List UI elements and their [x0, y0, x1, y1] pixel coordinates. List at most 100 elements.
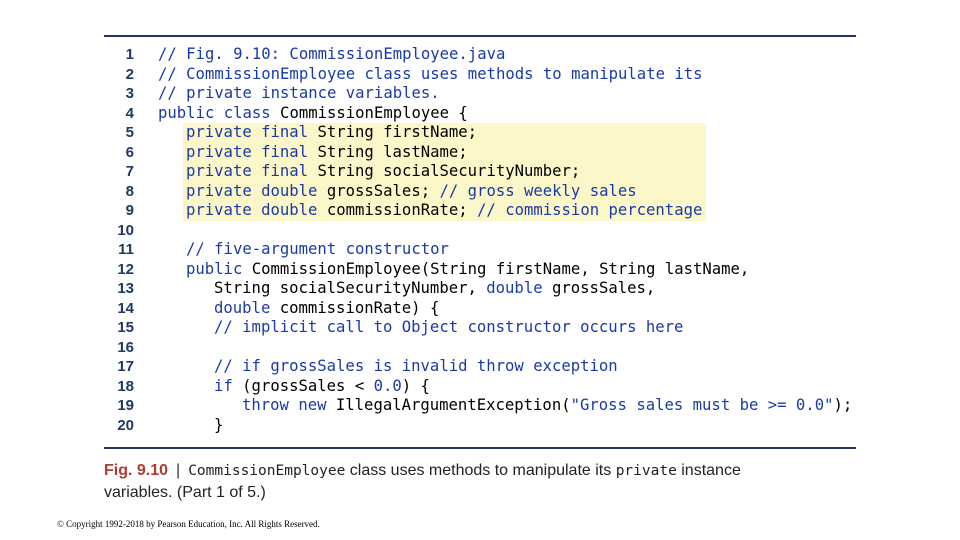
code-line: 7 private final String socialSecurityNumb…: [104, 162, 856, 182]
code-fragment: CommissionEmployee(String firstName, Str…: [242, 259, 750, 278]
line-number: 7: [125, 163, 134, 180]
line-number: 13: [117, 280, 134, 297]
line-number: 3: [125, 85, 134, 102]
code-fragment: commissionRate;: [317, 201, 478, 219]
code-text: // implicit call to Object constructor o…: [214, 318, 683, 338]
keyword: private final: [186, 142, 309, 161]
code-line: 10: [104, 221, 856, 241]
code-fragment: ) {: [401, 376, 430, 395]
code-text: private final String firstName;: [186, 123, 477, 143]
line-number: 12: [117, 260, 134, 278]
line-number: 18: [117, 377, 134, 395]
code-line: 4 public class CommissionEmployee {: [104, 104, 856, 124]
code-text: // private instance variables.: [158, 84, 440, 104]
figure-caption: Fig. 9.10 | CommissionEmployee class uses …: [104, 460, 864, 504]
top-rule: [104, 35, 856, 37]
code-text: private final String socialSecurityNumbe…: [186, 162, 580, 182]
code-listing: 1 // Fig. 9.10: CommissionEmployee.java 2…: [104, 45, 856, 435]
code-line: 15 // implicit call to Object constructor…: [104, 318, 856, 338]
code-line: 17 // if grossSales is invalid throw exce…: [104, 357, 856, 377]
code-text: // if grossSales is invalid throw except…: [214, 357, 618, 377]
code-fragment: String lastName;: [308, 142, 468, 161]
code-fragment: String firstName;: [308, 123, 478, 141]
comment: // five-argument constructor: [186, 240, 449, 258]
comment: // Fig. 9.10: CommissionEmployee.java: [158, 45, 506, 63]
code-fragment: String socialSecurityNumber;: [308, 162, 581, 180]
line-number: 11: [118, 241, 134, 258]
caption-separator: |: [176, 462, 181, 479]
code-line: 16: [104, 338, 856, 358]
code-text: // CommissionEmployee class uses methods…: [158, 65, 703, 85]
code-line: 8 private double grossSales; // gross wee…: [104, 182, 856, 202]
line-number: 9: [125, 202, 134, 219]
caption-line-2: variables. (Part 1 of 5.): [104, 484, 266, 501]
code-fragment: grossSales,: [542, 279, 656, 297]
copyright-notice: © Copyright 1992-2018 by Pearson Educati…: [57, 519, 320, 529]
code-fragment: }: [214, 415, 224, 434]
code-text: private double grossSales; // gross week…: [186, 182, 637, 202]
code-line: 12 public CommissionEmployee(String first…: [104, 260, 856, 280]
caption-class-name: CommissionEmployee: [188, 463, 346, 479]
code-line: 13 String socialSecurityNumber, double gr…: [104, 279, 856, 299]
keyword: if: [214, 376, 233, 395]
caption-text: class uses methods to manipulate its: [345, 462, 616, 479]
code-text: double commissionRate) {: [214, 299, 439, 319]
code-line: 2 // CommissionEmployee class uses method…: [104, 65, 856, 85]
line-number: 5: [125, 124, 134, 141]
string-literal: "Gross sales must be >= 0.0": [570, 396, 834, 414]
code-fragment: CommissionEmployee {: [270, 103, 468, 122]
caption-text: instance: [676, 462, 741, 479]
comment: // gross weekly sales: [439, 181, 637, 200]
keyword: double: [214, 298, 271, 317]
code-line: 19 throw new IllegalArgumentException("Gr…: [104, 396, 856, 416]
line-number: 8: [125, 182, 134, 200]
keyword: private double: [186, 181, 318, 200]
code-line: 11 // five-argument constructor: [104, 240, 856, 260]
code-fragment: String socialSecurityNumber,: [214, 279, 487, 297]
comment: // if grossSales is invalid throw except…: [214, 357, 618, 375]
keyword: public class: [158, 103, 271, 122]
figure-label: Fig. 9.10: [104, 462, 169, 479]
code-text: public CommissionEmployee(String firstNa…: [186, 260, 749, 280]
line-number: 20: [117, 416, 134, 434]
keyword: private double: [186, 201, 318, 219]
keyword: public: [186, 259, 243, 278]
code-text: throw new IllegalArgumentException("Gros…: [242, 396, 852, 416]
caption-keyword: private: [615, 463, 677, 479]
code-fragment: IllegalArgumentException(: [326, 396, 571, 414]
code-text: // Fig. 9.10: CommissionEmployee.java: [158, 45, 505, 65]
line-number: 17: [117, 358, 134, 375]
line-number: 4: [125, 104, 134, 122]
code-line: 6 private final String lastName;: [104, 143, 856, 163]
code-text: // five-argument constructor: [186, 240, 449, 260]
code-line: 20}: [104, 416, 856, 436]
code-line: 14 double commissionRate) {: [104, 299, 856, 319]
code-fragment: );: [833, 396, 853, 414]
line-number: 6: [125, 143, 134, 161]
comment: // commission percentage: [477, 201, 703, 219]
code-text: private double commissionRate; // commis…: [186, 201, 702, 221]
code-text: public class CommissionEmployee {: [158, 104, 468, 124]
bottom-rule: [104, 447, 856, 449]
line-number: 16: [117, 338, 134, 356]
line-number: 10: [117, 221, 134, 239]
line-number: 14: [117, 299, 134, 317]
line-number: 2: [125, 65, 134, 83]
number-literal: 0.0: [373, 376, 402, 395]
code-fragment: grossSales;: [317, 181, 440, 200]
line-number: 15: [117, 319, 134, 336]
line-number: 1: [125, 46, 134, 63]
code-line: 18 if (grossSales < 0.0) {: [104, 377, 856, 397]
code-text: private final String lastName;: [186, 143, 468, 163]
code-text: }: [214, 416, 223, 436]
keyword: double: [486, 279, 543, 297]
code-text: String socialSecurityNumber, double gros…: [214, 279, 655, 299]
comment: // private instance variables.: [158, 84, 440, 102]
keyword: private final: [186, 123, 309, 141]
code-line: 1 // Fig. 9.10: CommissionEmployee.java: [104, 45, 856, 65]
line-number: 19: [117, 397, 134, 414]
code-line: 9 private double commissionRate; // commi…: [104, 201, 856, 221]
code-text: if (grossSales < 0.0) {: [214, 377, 430, 397]
comment: // implicit call to Object constructor o…: [214, 318, 684, 336]
code-line: 5 private final String firstName;: [104, 123, 856, 143]
